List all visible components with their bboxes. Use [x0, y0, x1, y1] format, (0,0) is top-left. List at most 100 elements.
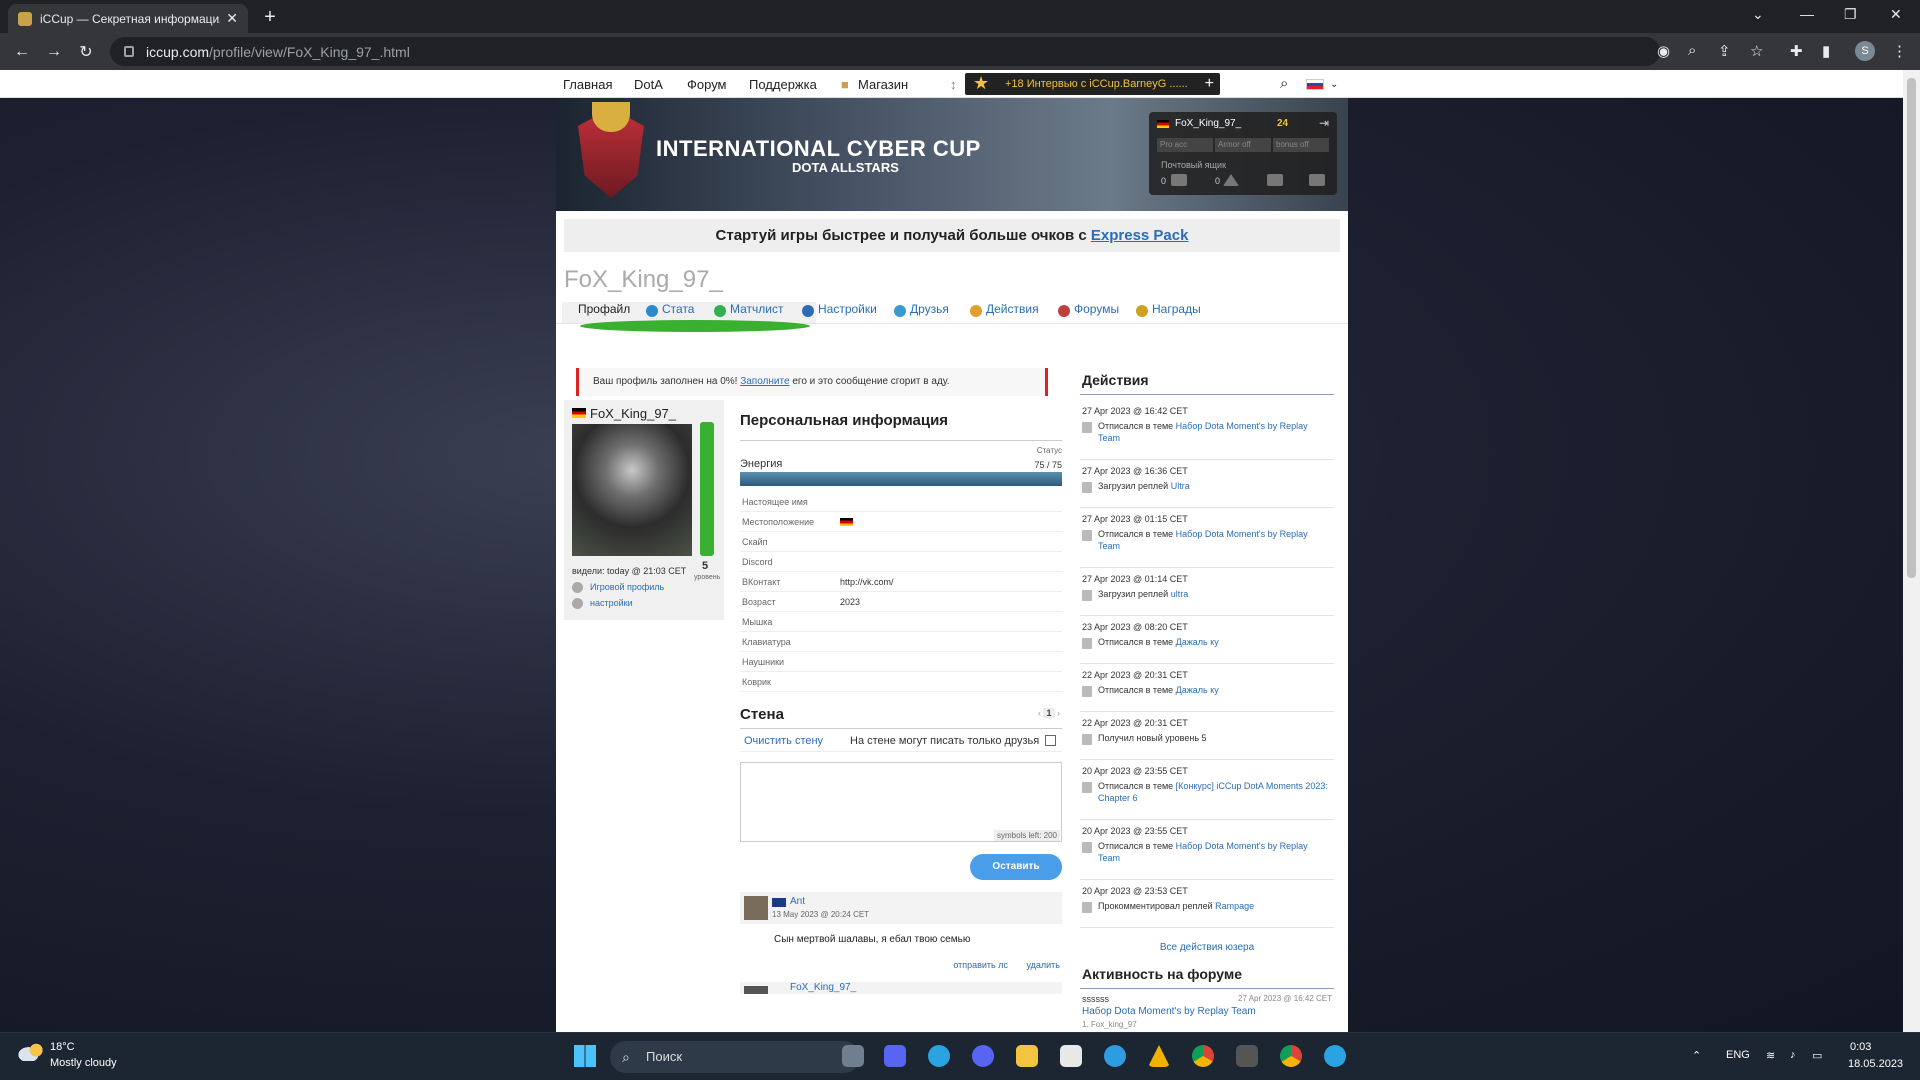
teams-icon[interactable] [884, 1045, 906, 1067]
users-icon[interactable] [1309, 174, 1325, 186]
post-avatar[interactable] [744, 896, 768, 920]
minimize-icon[interactable]: — [1800, 6, 1814, 22]
telegram-alt-icon[interactable] [1324, 1045, 1346, 1067]
mail-icon[interactable] [1171, 174, 1187, 186]
tab-matchlist[interactable]: Матчлист [714, 302, 784, 324]
tab-stats[interactable]: Стата [646, 302, 694, 324]
wifi-icon[interactable]: ≋ [1766, 1049, 1775, 1062]
tab-friends[interactable]: Друзья [894, 302, 949, 324]
nav-home[interactable]: Главная [563, 77, 612, 92]
game-app-icon[interactable] [1236, 1045, 1258, 1067]
warning-icon[interactable] [1223, 174, 1239, 186]
new-tab-icon[interactable]: + [258, 6, 282, 29]
friends-only-checkbox[interactable] [1045, 735, 1056, 746]
tab-search-icon[interactable]: ⌄ [1752, 6, 1764, 23]
all-actions-link[interactable]: Все действия юзера [1080, 942, 1334, 953]
action-item: 20 Apr 2023 @ 23:53 CET Прокомментировал … [1080, 882, 1334, 928]
clock-time[interactable]: 0:03 [1850, 1041, 1871, 1053]
task-view-icon[interactable] [842, 1045, 864, 1067]
settings-link[interactable]: настройки [590, 598, 633, 608]
action-link[interactable]: Ultra [1171, 481, 1190, 491]
windows-start-icon[interactable] [574, 1045, 596, 1067]
scrollbar-thumb[interactable] [1907, 78, 1916, 578]
reload-icon[interactable]: ↻ [70, 42, 102, 62]
language-flag-icon[interactable] [1306, 79, 1324, 90]
action-link[interactable]: Дажаль ку [1176, 685, 1219, 695]
user-panel-name[interactable]: FoX_King_97_ [1175, 118, 1241, 129]
promo-ticker[interactable]: ★ +18 Интервью с iCCup.BarneyG ...... + [965, 73, 1220, 95]
edge-icon[interactable] [1104, 1045, 1126, 1067]
bonus-field[interactable]: bonus off [1273, 138, 1329, 152]
site-search-icon[interactable]: ⌕ [1280, 75, 1288, 92]
side-panel-icon[interactable]: ▮ [1822, 42, 1830, 60]
armor-field[interactable]: Armor off [1215, 138, 1271, 152]
restore-icon[interactable]: ❐ [1844, 6, 1857, 23]
share-icon[interactable]: ⇪ [1718, 42, 1731, 60]
nav-support[interactable]: Поддержка [749, 77, 817, 92]
input-language[interactable]: ENG [1726, 1049, 1750, 1061]
weather-icon[interactable] [18, 1043, 44, 1061]
close-tab-icon[interactable]: ✕ [226, 10, 238, 27]
action-link[interactable]: Дажаль ку [1176, 637, 1219, 647]
battery-icon[interactable]: ▭ [1812, 1049, 1822, 1062]
forum-post-link[interactable]: Набор Dota Moment's by Replay Team [1082, 1006, 1256, 1017]
weather-desc[interactable]: Mostly cloudy [50, 1057, 117, 1069]
forward-icon[interactable]: → [38, 43, 70, 61]
scrollbar[interactable] [1903, 70, 1920, 1032]
chevron-down-icon[interactable]: ⌄ [1330, 79, 1338, 90]
fill-profile-link[interactable]: Заполните [740, 376, 789, 387]
nav-shop[interactable]: Магазин [858, 77, 908, 92]
discord-icon[interactable] [972, 1045, 994, 1067]
chrome-profile-icon[interactable] [1280, 1045, 1302, 1067]
tools-icon[interactable] [1267, 174, 1283, 186]
scroll-arrows-icon[interactable]: ↕ [950, 77, 957, 92]
user-card-name: FoX_King_97_ [590, 406, 677, 421]
logout-icon[interactable]: ⇥ [1319, 116, 1329, 130]
close-window-icon[interactable]: ✕ [1890, 6, 1902, 23]
game-profile-link[interactable]: Игровой профиль [590, 582, 664, 592]
delete-post-link[interactable]: удалить [1026, 960, 1060, 970]
tab-forums[interactable]: Форумы [1058, 302, 1119, 324]
store-icon[interactable] [1060, 1045, 1082, 1067]
taskbar-search[interactable]: ⌕ Поиск [610, 1041, 860, 1073]
file-explorer-icon[interactable] [1016, 1045, 1038, 1067]
action-verb: Отписался в теме [1098, 529, 1176, 539]
telegram-icon[interactable] [928, 1045, 950, 1067]
google-icon[interactable]: ◉ [1657, 42, 1670, 60]
action-link[interactable]: ultra [1171, 589, 1189, 599]
send-pm-link[interactable]: отправить лс [953, 960, 1008, 970]
clear-wall-link[interactable]: Очистить стену [744, 729, 823, 753]
extensions-icon[interactable]: ✚ [1790, 42, 1803, 60]
address-bar[interactable]: iccup.com/profile/view/FoX_King_97_.html [110, 37, 1660, 66]
clock-date[interactable]: 18.05.2023 [1848, 1058, 1903, 1070]
url-domain: iccup.com [146, 43, 210, 60]
divider [740, 440, 1062, 441]
bookmark-star-icon[interactable]: ☆ [1750, 42, 1763, 60]
pro-acc-field[interactable]: Pro acc [1157, 138, 1213, 152]
tab-awards[interactable]: Награды [1136, 302, 1201, 324]
tray-chevron-icon[interactable]: ⌃ [1692, 1049, 1701, 1062]
nav-forum[interactable]: Форум [687, 77, 727, 92]
wall-page[interactable]: 1 [1043, 708, 1055, 718]
volume-icon[interactable]: ♪ [1790, 1049, 1796, 1061]
action-desc: Отписался в теме [Конкурс] iCCup DotA Mo… [1098, 780, 1328, 804]
post-avatar[interactable] [744, 986, 768, 994]
browser-tab[interactable]: iCCup — Секретная информация ✕ [8, 4, 248, 33]
zoom-icon[interactable]: ⌕ [1688, 42, 1696, 59]
action-time: 27 Apr 2023 @ 16:36 CET [1082, 466, 1188, 476]
nav-dota[interactable]: DotA [634, 77, 663, 92]
weather-temp[interactable]: 18°C [50, 1041, 75, 1053]
post-author[interactable]: FoX_King_97_ [790, 982, 856, 993]
profile-avatar[interactable]: S [1855, 41, 1875, 61]
tab-actions[interactable]: Действия [970, 302, 1039, 324]
post-author[interactable]: Ant [790, 896, 805, 907]
express-pack-link[interactable]: Express Pack [1091, 227, 1189, 244]
tab-settings[interactable]: Настройки [802, 302, 877, 324]
app-triangle-icon[interactable] [1148, 1045, 1170, 1067]
back-icon[interactable]: ← [6, 43, 38, 61]
action-link[interactable]: Rampage [1215, 901, 1254, 911]
promo-expand-icon[interactable]: + [1205, 73, 1214, 95]
menu-icon[interactable]: ⋮ [1892, 42, 1907, 60]
post-message-button[interactable]: Оставить сообщение [970, 854, 1062, 898]
chrome-icon[interactable] [1192, 1045, 1214, 1067]
